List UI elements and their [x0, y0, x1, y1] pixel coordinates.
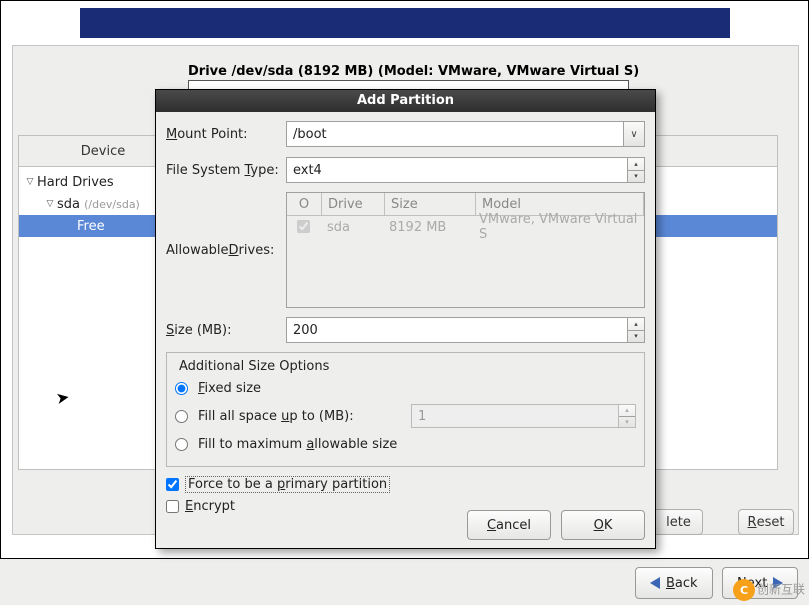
delete-button[interactable]: lete — [655, 509, 703, 535]
watermark-icon: C — [733, 579, 755, 601]
size-label: Size (MB): — [166, 323, 286, 338]
size-row: Size (MB): 200 ▴▾ — [166, 316, 645, 344]
encrypt-input[interactable] — [166, 500, 179, 513]
watermark: C创新互联 — [733, 579, 805, 601]
mount-point-row: Mount Point: /boot ∨ — [166, 120, 645, 148]
additional-size-legend: Additional Size Options — [175, 359, 333, 374]
expander-icon[interactable]: ▽ — [45, 199, 55, 209]
drives-col-drive[interactable]: Drive — [322, 193, 385, 215]
radio-fixed-size[interactable]: Fixed size — [175, 374, 636, 402]
combo-stepper-icon[interactable]: ▴▾ — [627, 158, 644, 182]
drive-row-checkbox — [297, 220, 310, 233]
radio-fixed-input[interactable] — [175, 382, 188, 395]
allowable-drives-label: Allowable Drives: — [166, 192, 286, 308]
radio-fill-max-input[interactable] — [175, 438, 188, 451]
chevron-down-icon[interactable]: ∨ — [623, 122, 644, 146]
installer-banner — [80, 8, 730, 38]
size-spinner[interactable]: 200 ▴▾ — [286, 317, 645, 343]
spinner-buttons-icon: ▴▾ — [618, 405, 635, 427]
mount-point-combo[interactable]: /boot ∨ — [286, 121, 645, 147]
dialog-titlebar[interactable]: Add Partition — [156, 90, 655, 112]
add-partition-dialog: Add Partition Mount Point: /boot ∨ File … — [155, 89, 656, 549]
fs-type-label: File System Type: — [166, 163, 286, 178]
back-button[interactable]: Back — [635, 567, 713, 599]
drives-col-check[interactable]: O — [287, 193, 322, 215]
radio-fill-up-to[interactable]: Fill all space up to (MB): 1 ▴▾ — [175, 402, 636, 430]
radio-fill-up-input[interactable] — [175, 410, 188, 423]
expander-icon[interactable]: ▽ — [25, 177, 35, 187]
spinner-buttons-icon[interactable]: ▴▾ — [627, 318, 644, 342]
force-primary-input[interactable] — [166, 478, 179, 491]
reset-button[interactable]: Reset — [738, 509, 794, 535]
fs-type-combo[interactable]: ext4 ▴▾ — [286, 157, 645, 183]
wizard-nav-bar: Back Next — [0, 558, 809, 605]
drives-col-size[interactable]: Size — [385, 193, 476, 215]
drives-table-row[interactable]: sda 8192 MB VMware, VMware Virtual S — [287, 216, 644, 238]
allowable-drives-table[interactable]: O Drive Size Model sda 8192 MB VMware, V… — [286, 192, 645, 308]
force-primary-checkbox[interactable]: Force to be a primary partition — [166, 473, 645, 495]
cancel-button[interactable]: Cancel — [467, 510, 551, 540]
arrow-left-icon — [650, 577, 660, 589]
ok-button[interactable]: OK — [561, 510, 645, 540]
drive-summary-label: Drive /dev/sda (8192 MB) (Model: VMware,… — [188, 64, 639, 79]
fs-type-row: File System Type: ext4 ▴▾ — [166, 156, 645, 184]
radio-fill-max[interactable]: Fill to maximum allowable size — [175, 430, 636, 458]
fill-up-spinner: 1 ▴▾ — [411, 404, 636, 428]
allowable-drives-row: Allowable Drives: O Drive Size Model sda… — [166, 192, 645, 308]
mount-point-label: Mount Point: — [166, 127, 286, 142]
additional-size-fieldset: Additional Size Options Fixed size Fill … — [166, 352, 645, 467]
